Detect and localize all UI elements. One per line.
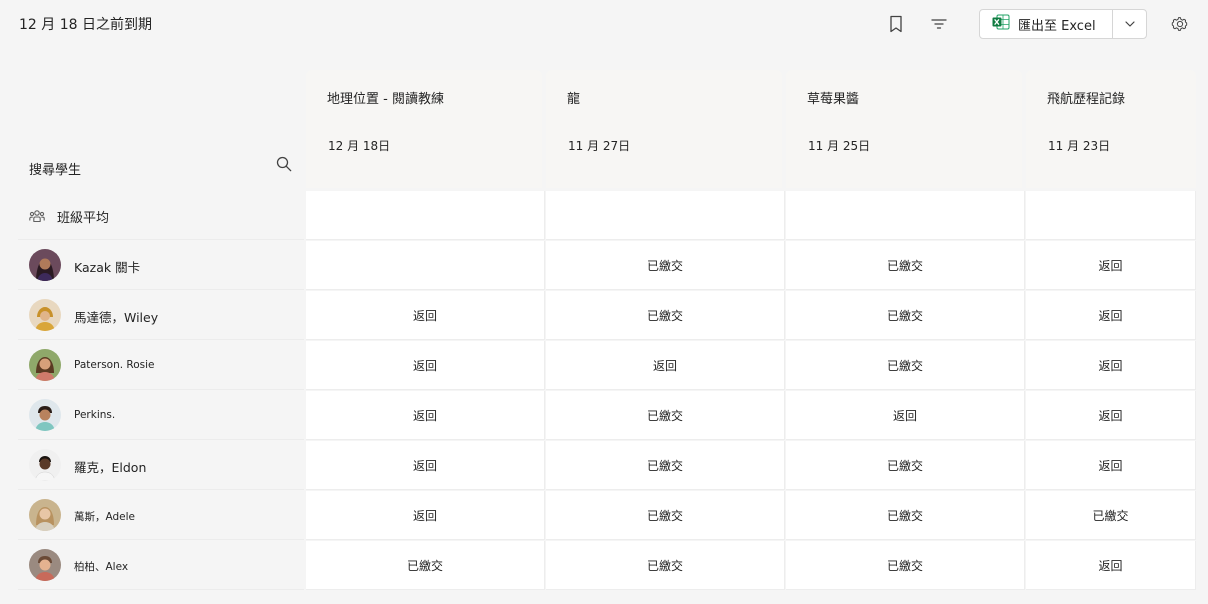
assignment-name: 地理位置 - 閱讀教練 (327, 92, 444, 107)
class-average-cell (786, 191, 1025, 240)
search-students-label: 搜尋學生 (29, 163, 82, 178)
assignment-header[interactable]: 飛航歷程記錄 11 月 23日 (1026, 70, 1196, 188)
status-cell[interactable]: 返回 (1026, 291, 1196, 340)
status-cell[interactable]: 返回 (306, 341, 545, 390)
assignment-name: 龍 (567, 92, 581, 107)
assignment-due-date: 11 月 25日 (808, 139, 871, 153)
assignment-due-date: 11 月 27日 (568, 139, 631, 153)
student-cell[interactable]: Kazak 關卡 (18, 241, 304, 290)
assignment-header[interactable]: 草莓果醬 11 月 25日 (786, 70, 1022, 188)
student-cell[interactable]: Perkins. (18, 391, 304, 440)
status-cell[interactable]: 已繳交 (786, 541, 1025, 590)
status-cell[interactable]: 已繳交 (786, 441, 1025, 490)
avatar (29, 499, 61, 531)
status-cell[interactable]: 已繳交 (306, 541, 545, 590)
status-cell[interactable]: 已繳交 (546, 291, 785, 340)
status-cell[interactable]: 返回 (1026, 241, 1196, 290)
avatar (29, 549, 61, 581)
avatar (29, 399, 61, 431)
status-cell[interactable]: 返回 (1026, 541, 1196, 590)
class-average-row: 班級平均 (18, 191, 1196, 240)
student-search-header: 搜尋學生 (18, 70, 304, 188)
avatar (29, 349, 61, 381)
student-name: 萬斯，Adele (74, 511, 136, 523)
top-bar: 12 月 18 日之前到期 匯出至 Excel (0, 0, 1208, 48)
bookmark-icon[interactable] (884, 12, 908, 36)
status-cell[interactable]: 返回 (306, 491, 545, 540)
avatar (29, 299, 61, 331)
student-name: 柏柏、Alex (74, 561, 129, 573)
status-cell[interactable]: 已繳交 (786, 291, 1025, 340)
status-cell[interactable]: 返回 (786, 391, 1025, 440)
assignment-header[interactable]: 地理位置 - 閱讀教練 12 月 18日 (306, 70, 542, 188)
status-cell[interactable]: 返回 (1026, 441, 1196, 490)
student-cell[interactable]: 萬斯，Adele (18, 491, 304, 540)
page-title: 12 月 18 日之前到期 (19, 17, 152, 33)
class-average-cell (546, 191, 785, 240)
export-excel-button[interactable]: 匯出至 Excel (980, 10, 1112, 38)
student-cell[interactable]: 羅克，Eldon (18, 441, 304, 490)
status-cell[interactable]: 已繳交 (786, 241, 1025, 290)
student-row: Paterson. Rosie 返回 返回 已繳交 返回 (18, 341, 1196, 390)
student-name: Kazak 關卡 (74, 260, 141, 275)
student-name: 羅克，Eldon (74, 460, 147, 475)
student-name: Perkins. (74, 409, 116, 421)
class-average-cell (306, 191, 545, 240)
student-row: 柏柏、Alex 已繳交 已繳交 已繳交 返回 (18, 541, 1196, 590)
student-cell[interactable]: Paterson. Rosie (18, 341, 304, 390)
search-icon[interactable] (276, 156, 292, 176)
student-row: 萬斯，Adele 返回 已繳交 已繳交 已繳交 (18, 491, 1196, 540)
assignment-name: 飛航歷程記錄 (1047, 92, 1126, 107)
gear-icon[interactable] (1168, 12, 1192, 36)
student-name: Paterson. Rosie (74, 359, 155, 371)
status-cell[interactable]: 返回 (306, 441, 545, 490)
avatar (29, 449, 61, 481)
class-average-cell (1026, 191, 1196, 240)
status-cell[interactable]: 已繳交 (786, 341, 1025, 390)
status-cell[interactable]: 已繳交 (546, 391, 785, 440)
status-cell[interactable]: 已繳交 (546, 541, 785, 590)
people-icon (29, 208, 45, 227)
student-row: Kazak 關卡 已繳交 已繳交 返回 (18, 241, 1196, 290)
status-cell[interactable]: 已繳交 (546, 441, 785, 490)
status-cell[interactable]: 返回 (546, 341, 785, 390)
chevron-down-icon[interactable] (1113, 10, 1146, 38)
assignment-name: 草莓果醬 (807, 92, 860, 107)
excel-icon (992, 14, 1010, 34)
student-row: 馬達德，Wiley 返回 已繳交 已繳交 返回 (18, 291, 1196, 340)
status-cell[interactable]: 返回 (306, 391, 545, 440)
student-row: 羅克，Eldon 返回 已繳交 已繳交 返回 (18, 441, 1196, 490)
assignment-due-date: 12 月 18日 (328, 139, 391, 153)
status-cell[interactable]: 返回 (1026, 391, 1196, 440)
status-cell[interactable]: 已繳交 (546, 491, 785, 540)
student-row: Perkins. 返回 已繳交 返回 返回 (18, 391, 1196, 440)
filter-icon[interactable] (927, 12, 951, 36)
status-cell[interactable]: 已繳交 (1026, 491, 1196, 540)
student-cell[interactable]: 柏柏、Alex (18, 541, 304, 590)
status-cell[interactable]: 返回 (306, 291, 545, 340)
class-average-label: 班級平均 (57, 211, 110, 226)
class-average-label-cell: 班級平均 (18, 191, 304, 240)
export-excel-control: 匯出至 Excel (979, 9, 1147, 39)
student-cell[interactable]: 馬達德，Wiley (18, 291, 304, 340)
status-cell[interactable]: 已繳交 (546, 241, 785, 290)
status-cell[interactable] (306, 241, 545, 290)
avatar (29, 249, 61, 281)
assignment-header[interactable]: 龍 11 月 27日 (546, 70, 782, 188)
student-name: 馬達德，Wiley (74, 310, 159, 325)
status-cell[interactable]: 已繳交 (786, 491, 1025, 540)
assignment-due-date: 11 月 23日 (1048, 139, 1111, 153)
status-cell[interactable]: 返回 (1026, 341, 1196, 390)
export-label: 匯出至 Excel (1018, 18, 1096, 34)
